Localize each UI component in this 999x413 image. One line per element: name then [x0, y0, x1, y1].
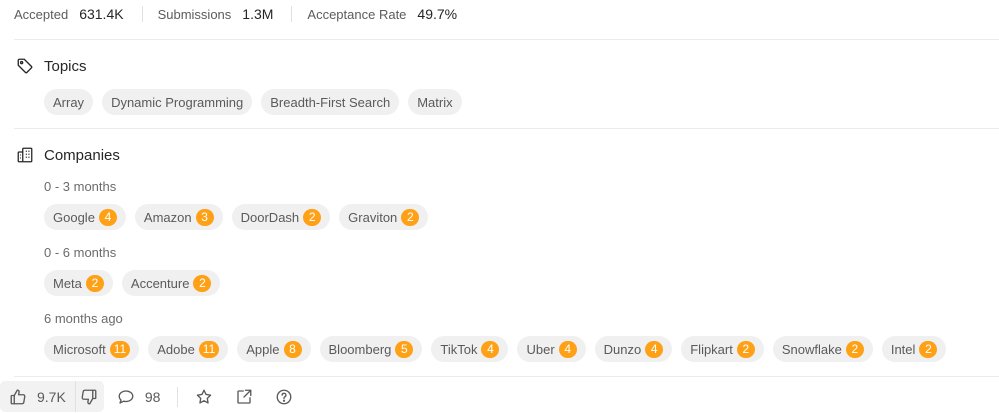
like-count: 9.7K	[37, 388, 66, 405]
company-tag[interactable]: Adobe 11	[148, 336, 229, 362]
topic-tag[interactable]: Dynamic Programming	[102, 89, 253, 115]
company-name: Intel	[890, 341, 916, 357]
like-button[interactable]: 9.7K	[0, 381, 75, 412]
thumbs-up-icon	[10, 389, 26, 404]
divider	[14, 39, 999, 40]
company-name: Accenture	[130, 275, 190, 291]
acceptance-rate-label: Acceptance Rate	[307, 6, 407, 22]
tag-icon	[17, 58, 33, 74]
company-name: Snowflake	[781, 341, 842, 357]
count-badge: 11	[198, 340, 220, 358]
count-badge: 2	[401, 208, 420, 226]
comment-icon	[118, 389, 134, 404]
company-name: Apple	[246, 341, 280, 357]
company-name: Adobe	[157, 341, 195, 357]
acceptance-rate-value: 49.7%	[417, 6, 458, 22]
company-tag[interactable]: DoorDash 2	[231, 204, 331, 230]
count-badge: 4	[645, 340, 664, 358]
count-badge: 2	[303, 208, 322, 226]
company-name: Uber	[526, 341, 555, 357]
star-icon	[197, 389, 212, 404]
company-name: Flipkart	[690, 341, 733, 357]
company-tag[interactable]: Uber 4	[517, 336, 586, 362]
topic-tag[interactable]: Array	[44, 89, 94, 115]
company-tag[interactable]: TikTok 4	[431, 336, 509, 362]
company-tags: Microsoft 11 Adobe 11 Apple 8 Bloomberg 5 Ti…	[44, 336, 955, 362]
company-tag[interactable]: Amazon 3	[134, 204, 223, 230]
stats-row: Accepted 631.4K Submissions 1.3M Accepta…	[14, 0, 457, 28]
topics-title: Topics	[44, 57, 87, 75]
company-tags: Google 4 Amazon 3 DoorDash 2 Graviton 2	[44, 204, 437, 230]
topic-tag[interactable]: Matrix	[408, 89, 462, 115]
help-icon	[276, 389, 292, 404]
company-name: Bloomberg	[328, 341, 392, 357]
submissions-label: Submissions	[157, 6, 232, 22]
company-name: DoorDash	[240, 209, 300, 225]
topic-tags: Array Dynamic Programming Breadth-First …	[44, 89, 471, 115]
count-badge: 2	[919, 340, 938, 358]
company-tag[interactable]: Apple 8	[237, 336, 311, 362]
share-button[interactable]	[233, 386, 255, 408]
count-badge: 3	[195, 208, 214, 226]
divider	[177, 386, 179, 407]
accepted-label: Accepted	[14, 6, 69, 22]
building-icon	[17, 147, 33, 163]
divider	[14, 376, 999, 377]
company-name: TikTok	[440, 341, 478, 357]
company-tag[interactable]: Meta 2	[44, 270, 113, 296]
companies-title: Companies	[44, 146, 120, 164]
dislike-button[interactable]	[74, 381, 104, 412]
topics-header[interactable]: Topics	[16, 57, 87, 75]
count-badge: 2	[845, 340, 864, 358]
company-tag[interactable]: Graviton 2	[339, 204, 429, 230]
company-name: Google	[53, 209, 95, 225]
comments-button[interactable]: 98	[117, 388, 161, 406]
company-name: Meta	[53, 275, 82, 291]
share-icon	[237, 389, 252, 404]
divider	[291, 6, 293, 22]
vote-group: 9.7K	[0, 381, 104, 412]
company-tags: Meta 2 Accenture 2	[44, 270, 229, 296]
company-tag[interactable]: Microsoft 11	[44, 336, 140, 362]
companies-header[interactable]: Companies	[16, 146, 120, 164]
submissions-value: 1.3M	[242, 6, 274, 22]
company-name: Graviton	[348, 209, 398, 225]
thumbs-down-icon	[81, 389, 97, 404]
period-label: 0 - 3 months	[44, 179, 117, 194]
period-label: 0 - 6 months	[44, 245, 117, 260]
company-name: Dunzo	[603, 341, 642, 357]
count-badge: 4	[98, 208, 117, 226]
favorite-button[interactable]	[193, 386, 215, 408]
help-button[interactable]	[273, 386, 295, 408]
divider	[14, 128, 999, 129]
company-name: Amazon	[143, 209, 192, 225]
accepted-value: 631.4K	[79, 6, 124, 22]
count-badge: 11	[109, 340, 131, 358]
comment-count: 98	[144, 388, 161, 405]
company-tag[interactable]: Snowflake 2	[772, 336, 873, 362]
count-badge: 8	[283, 340, 302, 358]
action-bar: 9.7K 98	[0, 380, 313, 413]
company-tag[interactable]: Flipkart 2	[681, 336, 764, 362]
topic-tag[interactable]: Breadth-First Search	[261, 89, 400, 115]
company-tag[interactable]: Intel 2	[881, 336, 947, 362]
company-tag[interactable]: Dunzo 4	[594, 336, 673, 362]
count-badge: 5	[395, 340, 414, 358]
count-badge: 2	[193, 274, 212, 292]
count-badge: 4	[558, 340, 577, 358]
count-badge: 2	[736, 340, 755, 358]
count-badge: 4	[481, 340, 500, 358]
company-tag[interactable]: Google 4	[44, 204, 126, 230]
company-name: Microsoft	[53, 341, 106, 357]
company-tag[interactable]: Accenture 2	[121, 270, 221, 296]
divider	[141, 6, 143, 22]
company-tag[interactable]: Bloomberg 5	[319, 336, 423, 362]
count-badge: 2	[85, 274, 104, 292]
period-label: 6 months ago	[44, 311, 123, 326]
